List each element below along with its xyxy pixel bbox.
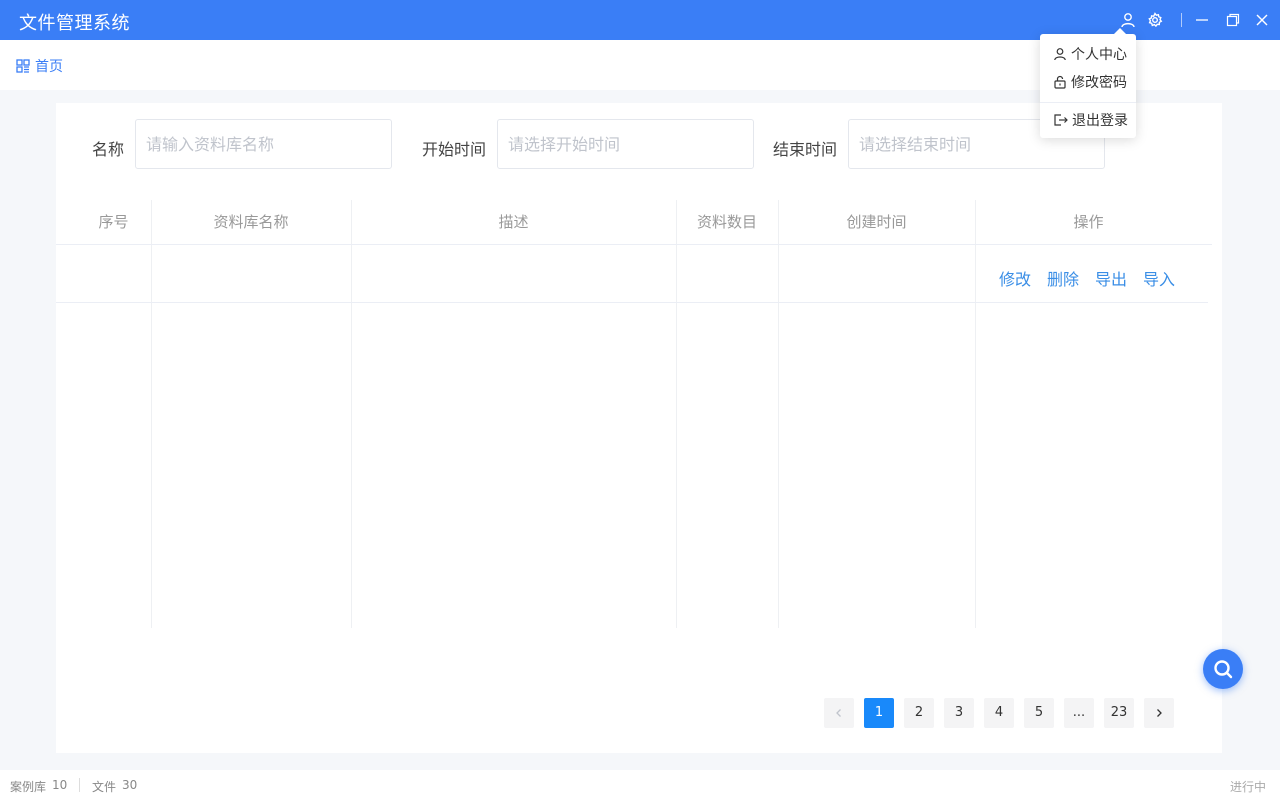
prev-page-button[interactable] xyxy=(824,698,854,728)
end-time-label: 结束时间 xyxy=(773,140,838,159)
file-count: 30 xyxy=(122,778,138,792)
user-dropdown-menu: 个人中心 修改密码 退出登录 xyxy=(1040,28,1136,138)
gear-icon[interactable] xyxy=(1146,11,1164,29)
menu-item-change-password[interactable]: 修改密码 xyxy=(1053,72,1127,92)
column-header-index: 序号 xyxy=(98,213,129,231)
close-icon[interactable] xyxy=(1253,11,1271,29)
status-progress-text: 进行中 xyxy=(1229,780,1266,794)
column-divider xyxy=(975,200,976,628)
name-label: 名称 xyxy=(92,140,125,159)
logout-icon xyxy=(1054,114,1068,126)
page-ellipsis[interactable]: ... xyxy=(1064,698,1094,728)
status-divider xyxy=(79,778,80,792)
import-link[interactable]: 导入 xyxy=(1143,266,1175,290)
breadcrumb-label: 首页 xyxy=(35,59,63,75)
column-divider xyxy=(778,200,779,628)
data-table: 序号 资料库名称 描述 资料数目 创建时间 操作 xyxy=(56,200,1212,628)
start-time-picker[interactable] xyxy=(497,119,754,169)
search-icon xyxy=(1214,660,1233,679)
library-count: 10 xyxy=(52,778,68,792)
page-button-2[interactable]: 2 xyxy=(904,698,934,728)
minimize-icon[interactable] xyxy=(1193,11,1211,29)
next-page-button[interactable] xyxy=(1144,698,1174,728)
row-divider xyxy=(56,302,1208,303)
page-button-5[interactable]: 5 xyxy=(1024,698,1054,728)
menu-item-label: 个人中心 xyxy=(1071,47,1127,63)
edit-link[interactable]: 修改 xyxy=(999,266,1031,290)
lock-icon xyxy=(1054,75,1066,89)
user-icon[interactable] xyxy=(1119,11,1137,29)
menu-divider xyxy=(1040,102,1136,103)
library-label: 案例库 xyxy=(10,780,47,794)
header-divider xyxy=(56,244,1212,245)
menu-item-label: 退出登录 xyxy=(1072,113,1128,129)
main-card: 名称 开始时间 结束时间 序号 资料库名称 描述 资料数目 创建时间 操作 修改… xyxy=(56,103,1222,753)
restore-icon[interactable] xyxy=(1224,11,1242,29)
floating-search-button[interactable] xyxy=(1203,649,1243,689)
grid-icon xyxy=(16,59,30,73)
delete-link[interactable]: 删除 xyxy=(1047,266,1079,290)
page-button-4[interactable]: 4 xyxy=(984,698,1014,728)
column-header-actions: 操作 xyxy=(1073,213,1104,231)
column-header-name: 资料库名称 xyxy=(213,213,289,231)
export-link[interactable]: 导出 xyxy=(1095,266,1127,290)
page-button-3[interactable]: 3 xyxy=(944,698,974,728)
menu-item-logout[interactable]: 退出登录 xyxy=(1053,110,1128,130)
column-header-created: 创建时间 xyxy=(846,213,907,231)
column-divider xyxy=(151,200,152,628)
menu-item-label: 修改密码 xyxy=(1071,75,1127,91)
user-icon xyxy=(1054,48,1066,61)
file-label: 文件 xyxy=(92,780,117,794)
column-divider xyxy=(351,200,352,628)
page-button-23[interactable]: 23 xyxy=(1104,698,1134,728)
page-button-1[interactable]: 1 xyxy=(864,698,894,728)
chevron-left-icon xyxy=(836,709,841,717)
status-bar: 案例库 10 文件 30 进行中 xyxy=(0,770,1280,800)
menu-item-profile[interactable]: 个人中心 xyxy=(1053,44,1127,64)
app-title: 文件管理系统 xyxy=(19,13,130,34)
titlebar-divider xyxy=(1181,13,1182,27)
column-header-count: 资料数目 xyxy=(696,213,757,231)
breadcrumb-home[interactable]: 首页 xyxy=(16,56,63,76)
column-header-description: 描述 xyxy=(498,213,529,231)
start-time-label: 开始时间 xyxy=(422,140,487,159)
chevron-right-icon xyxy=(1157,709,1162,717)
column-divider xyxy=(676,200,677,628)
name-search-input[interactable] xyxy=(135,119,392,169)
